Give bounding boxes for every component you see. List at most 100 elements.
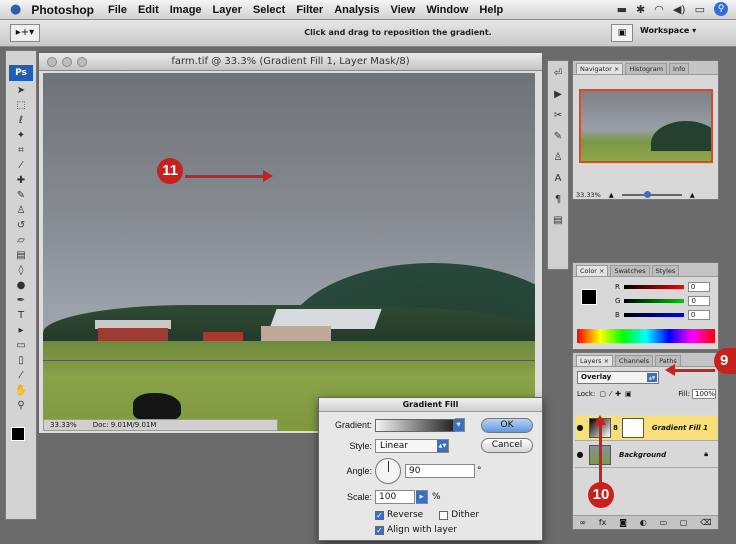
trash-icon[interactable]: ⌫ [700, 518, 711, 527]
stamp-tool-icon[interactable]: ♙ [9, 204, 33, 218]
ok-button[interactable]: OK [481, 418, 533, 433]
blue-value-field[interactable]: 0 [687, 310, 710, 320]
menu-edit[interactable]: Edit [138, 4, 159, 16]
hand-tool-icon[interactable]: ✋ [9, 384, 33, 398]
link-layers-icon[interactable]: ∞ [579, 518, 586, 527]
link-chain-icon[interactable]: 8 [613, 424, 618, 432]
layer-mask-thumbnail[interactable] [621, 417, 644, 438]
character-panel-icon[interactable]: A [550, 171, 566, 187]
navigator-preview[interactable] [579, 89, 713, 163]
menu-layer[interactable]: Layer [213, 4, 242, 16]
layer-style-icon[interactable]: fx [599, 518, 607, 527]
path-selection-tool-icon[interactable]: ▸ [9, 324, 33, 338]
new-layer-icon[interactable]: ▢ [680, 518, 688, 527]
add-mask-icon[interactable]: ◙ [619, 518, 627, 527]
fill-field[interactable]: 100% [692, 389, 716, 399]
menu-select[interactable]: Select [253, 4, 285, 16]
tab-navigator[interactable]: Navigator × [576, 63, 624, 74]
eyedropper-tool-icon[interactable]: ⁄ [9, 159, 33, 173]
zoom-slider[interactable] [621, 191, 682, 198]
document-titlebar[interactable]: farm.tif @ 33.3% (Gradient Fill 1, Layer… [39, 53, 542, 71]
scale-slider-toggle[interactable]: ▶ [416, 490, 428, 504]
gradient-tool-icon[interactable]: ▤ [9, 249, 33, 263]
lock-position-icon[interactable]: ✚ [615, 390, 621, 398]
dodge-tool-icon[interactable]: ● [9, 279, 33, 293]
crop-tool-icon[interactable]: ⌗ [9, 144, 33, 158]
tab-info[interactable]: Info [669, 63, 690, 74]
lasso-tool-icon[interactable]: ℓ [9, 114, 33, 128]
volume-icon[interactable]: ◀) [673, 3, 686, 16]
visibility-eye-icon[interactable]: ● [575, 450, 585, 459]
angle-field[interactable]: 90 [405, 464, 475, 478]
tab-styles[interactable]: Styles [651, 265, 680, 276]
workspace-menu[interactable]: Workspace ▾ [640, 26, 696, 35]
menu-file[interactable]: File [108, 4, 127, 16]
blend-mode-select[interactable]: Overlay [577, 371, 659, 384]
menu-photoshop[interactable]: Photoshop [31, 3, 94, 17]
zoom-in-icon[interactable]: ▲ [690, 191, 695, 199]
menu-window[interactable]: Window [426, 4, 468, 16]
healing-tool-icon[interactable]: ✚ [9, 174, 33, 188]
sampler-tool-icon[interactable]: ⁄ [9, 369, 33, 383]
menu-help[interactable]: Help [479, 4, 503, 16]
spotlight-icon[interactable]: ⚲ [714, 2, 728, 16]
zoom-out-icon[interactable]: ▲ [609, 191, 614, 199]
gradient-dropdown[interactable]: ▼ [453, 418, 465, 432]
battery-icon[interactable]: ▭ [695, 3, 705, 16]
brushes-panel-icon[interactable]: ✎ [550, 129, 566, 145]
actions-panel-icon[interactable]: ▶ [550, 87, 566, 103]
blur-tool-icon[interactable]: ◊ [9, 264, 33, 278]
scale-field[interactable]: 100 [375, 490, 415, 504]
bluetooth-icon[interactable]: ✱ [636, 3, 645, 16]
red-value-field[interactable]: 0 [687, 282, 710, 292]
type-tool-icon[interactable]: T [9, 309, 33, 323]
red-slider[interactable] [623, 285, 684, 289]
gradient-picker[interactable] [375, 418, 455, 432]
menu-analysis[interactable]: Analysis [334, 4, 379, 16]
color-panel-foreground-swatch[interactable] [581, 289, 597, 305]
menu-filter[interactable]: Filter [296, 4, 323, 16]
tab-color[interactable]: Color × [576, 265, 609, 276]
apple-icon[interactable]: ● [10, 2, 21, 17]
history-brush-tool-icon[interactable]: ↺ [9, 219, 33, 233]
layer-row-background[interactable]: ● Background 🔒︎ [575, 442, 718, 468]
style-select[interactable]: Linear ▲▼ [375, 439, 449, 453]
menu-image[interactable]: Image [170, 4, 202, 16]
workspace-icon[interactable]: ▣ [611, 24, 633, 42]
clone-source-icon[interactable]: ♙ [550, 150, 566, 166]
lock-transparency-icon[interactable]: ▢ [599, 390, 606, 398]
status-zoom[interactable]: 33.33% [50, 420, 77, 430]
reverse-checkbox[interactable]: ✓ [375, 510, 384, 520]
move-tool-icon[interactable]: ➤ [9, 84, 33, 98]
color-spectrum-ramp[interactable] [577, 329, 715, 343]
magic-wand-tool-icon[interactable]: ✦ [9, 129, 33, 143]
pen-tool-icon[interactable]: ✒ [9, 294, 33, 308]
navigator-zoom-value[interactable]: 33.33% [576, 191, 601, 199]
menu-view[interactable]: View [390, 4, 415, 16]
tab-channels[interactable]: Channels [615, 355, 654, 366]
brush-tool-icon[interactable]: ✎ [9, 189, 33, 203]
blue-slider[interactable] [623, 313, 684, 317]
adjustment-layer-icon[interactable]: ◐ [640, 518, 647, 527]
cancel-button[interactable]: Cancel [481, 438, 533, 453]
foreground-color-swatch[interactable] [11, 427, 25, 441]
screen-icon[interactable]: ▬ [617, 3, 627, 16]
new-group-icon[interactable]: ▭ [660, 518, 668, 527]
tab-histogram[interactable]: Histogram [625, 63, 668, 74]
align-with-layer-checkbox[interactable]: ✓ [375, 525, 384, 535]
dither-checkbox[interactable] [439, 510, 449, 520]
visibility-eye-icon[interactable]: ● [575, 423, 585, 432]
lock-all-icon[interactable]: ▣ [625, 390, 632, 398]
wifi-icon[interactable]: ◠ [654, 3, 664, 16]
marquee-tool-icon[interactable]: ⬚ [9, 99, 33, 113]
notes-tool-icon[interactable]: ▯ [9, 354, 33, 368]
angle-dial[interactable] [375, 458, 401, 484]
tab-layers[interactable]: Layers × [576, 355, 614, 366]
zoom-tool-icon[interactable]: ⚲ [9, 399, 33, 413]
shape-tool-icon[interactable]: ▭ [9, 339, 33, 353]
history-panel-icon[interactable]: ⏎ [550, 66, 566, 82]
tool-presets-icon[interactable]: ✂ [550, 108, 566, 124]
image-canvas[interactable] [43, 73, 535, 431]
green-slider[interactable] [624, 299, 685, 303]
layer-comps-icon[interactable]: ▤ [550, 213, 566, 229]
